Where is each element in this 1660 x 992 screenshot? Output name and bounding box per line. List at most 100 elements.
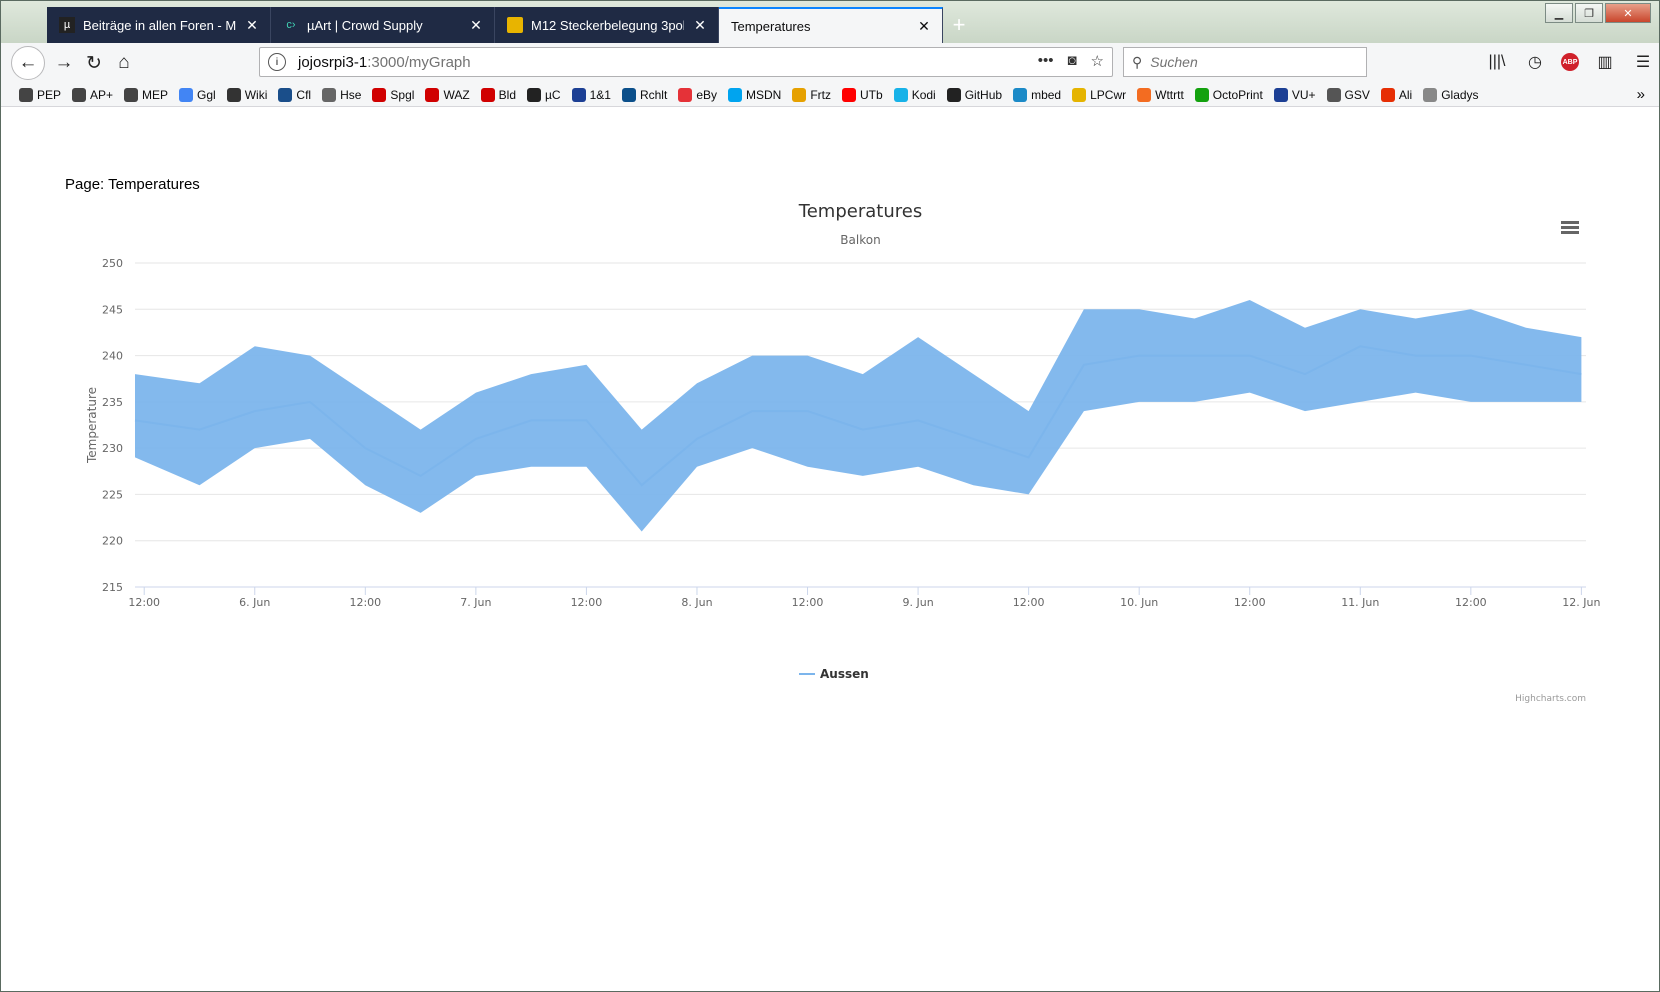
chevron-more-icon[interactable]: » [1637,86,1645,103]
tab-temperatures[interactable]: Temperatures ✕ [719,7,943,43]
bookmark-label: 1&1 [589,87,611,102]
bookmark-favicon-icon [1326,87,1341,102]
bookmark-label: Spgl [390,87,415,102]
close-tab-icon[interactable]: ✕ [692,17,708,34]
bookmark-item[interactable]: Ali [1380,87,1413,102]
tab-m12-steckerbelegung[interactable]: M12 Steckerbelegung 3pol, 4pol ✕ [495,7,719,43]
bookmark-item[interactable]: MSDN [728,87,782,102]
bookmark-item[interactable]: Spgl [372,87,415,102]
legend-item-aussen[interactable]: Aussen [799,667,869,681]
bookmark-item[interactable]: Hse [322,87,361,102]
tab-list: µ Beiträge in allen Foren - Mikroc ✕ c› … [47,7,975,43]
close-tab-icon[interactable]: ✕ [244,17,260,34]
bookmark-favicon-icon [678,87,693,102]
bookmark-item[interactable]: Kodi [893,87,936,102]
bookmark-favicon-icon [1013,87,1028,102]
window-close-icon[interactable]: ✕ [1605,3,1651,23]
tab-strip: µ Beiträge in allen Foren - Mikroc ✕ c› … [1,1,1659,43]
back-icon[interactable]: ← [11,46,45,80]
history-icon[interactable]: ◷ [1523,48,1547,76]
bookmark-label: WAZ [443,87,470,102]
library-icon[interactable]: |||\ [1485,48,1509,76]
bookmark-label: Ali [1398,87,1413,102]
bookmark-item[interactable]: LPCwr [1072,87,1126,102]
pocket-icon[interactable]: ◙ [1067,52,1076,70]
x-axis-tick-labels: 12:00 6. Jun 12:00 7. Jun 12:00 8. Jun 12:00 9.… [128,587,1601,609]
chart-subtitle: Balkon [840,233,880,247]
bookmark-item[interactable]: Cfl [278,87,311,102]
maximize-icon[interactable]: ❐ [1575,3,1603,23]
url-host: jojosrpi3-1 [298,53,368,71]
y-tick-label: 220 [102,535,123,548]
url-bar[interactable]: i jojosrpi3-1:3000/myGraph ••• ◙ ☆ [259,47,1113,77]
bookmark-label: PEP [37,87,62,102]
y-tick-label: 250 [102,257,123,270]
x-tick-label: 12:00 [1013,596,1045,609]
x-tick-label: 11. Jun [1341,596,1379,609]
bookmark-item[interactable]: WAZ [425,87,470,102]
bookmark-item[interactable]: GSV [1326,87,1370,102]
bookmark-favicon-icon [179,87,194,102]
bookmark-label: Ggl [197,87,216,102]
minimize-icon[interactable]: ▁ [1545,3,1573,23]
bookmark-label: GitHub [964,87,1003,102]
bookmark-label: MSDN [746,87,782,102]
new-tab-button[interactable]: + [943,7,975,43]
bookmark-item[interactable]: VU+ [1273,87,1316,102]
page-actions-icon[interactable]: ••• [1038,52,1054,70]
bookmark-item[interactable]: Ggl [179,87,216,102]
bookmark-item[interactable]: MEP [124,87,168,102]
bookmark-label: Frtz [810,87,832,102]
forward-icon[interactable]: → [49,48,79,78]
navigation-toolbar: ← → ↻ ⌂ i jojosrpi3-1:3000/myGraph ••• ◙… [1,43,1659,83]
tab-crowd-supply[interactable]: c› µArt | Crowd Supply ✕ [271,7,495,43]
highcharts-credits-link[interactable]: Highcharts.com [1515,694,1586,704]
search-placeholder: Suchen [1150,54,1198,70]
bookmark-favicon-icon [322,87,337,102]
reload-icon[interactable]: ↻ [79,48,109,78]
adblock-plus-icon[interactable]: ABP [1561,53,1579,71]
close-tab-icon[interactable]: ✕ [468,17,484,34]
bookmark-item[interactable]: UTb [842,87,883,102]
sidebar-icon[interactable]: ▥ [1593,48,1617,76]
close-tab-icon[interactable]: ✕ [916,18,932,35]
bookmark-favicon-icon [72,87,87,102]
bookmark-favicon-icon [278,87,293,102]
tab-mikrocontroller[interactable]: µ Beiträge in allen Foren - Mikroc ✕ [47,7,271,43]
y-tick-label: 235 [102,396,123,409]
home-icon[interactable]: ⌂ [109,48,139,78]
chart-context-menu-icon[interactable] [1561,221,1579,234]
bookmark-favicon-icon [571,87,586,102]
bookmark-favicon-icon [621,87,636,102]
search-input[interactable]: ⚲ Suchen [1123,47,1367,77]
bookmark-item[interactable]: AP+ [72,87,113,102]
y-axis-tick-labels: 215 220 225 230 235 240 245 250 [102,257,123,594]
bookmark-item[interactable]: 1&1 [571,87,611,102]
bookmark-item[interactable]: OctoPrint [1194,87,1263,102]
bookmark-item[interactable]: Bld [480,87,516,102]
bookmark-item[interactable]: Gladys [1423,87,1479,102]
bookmark-item[interactable]: Wiki [226,87,267,102]
bookmark-item[interactable]: Wttrtt [1137,87,1184,102]
bookmark-favicon-icon [372,87,387,102]
bookmark-star-icon[interactable]: ☆ [1091,52,1104,70]
bookmark-item[interactable]: Frtz [792,87,832,102]
temperature-chart: 215220225230235240245250 12:00 6. Jun 12:0… [85,201,1601,704]
url-actions: ••• ◙ ☆ [1038,52,1104,70]
tab-title: Beiträge in allen Foren - Mikroc [83,17,236,33]
bookmark-favicon-icon [728,87,742,102]
bookmark-item[interactable]: Rchlt [621,87,667,102]
bookmark-item[interactable]: PEP [19,87,62,102]
bookmark-favicon-icon [1423,87,1438,102]
menu-icon[interactable]: ☰ [1631,48,1655,76]
page-content: Page: Temperatures 215 220 225 230 235 240 245… [1,107,1659,991]
x-tick-label: 8. Jun [681,596,712,609]
bookmark-item[interactable]: mbed [1013,87,1061,102]
bookmark-item[interactable]: eBy [678,87,717,102]
x-tick-label: 12. Jun [1562,596,1600,609]
bookmark-favicon-icon [1380,87,1395,102]
mikrocontroller-favicon-icon: µ [59,17,75,33]
info-icon[interactable]: i [268,53,286,71]
bookmark-item[interactable]: µC [527,87,561,102]
bookmark-item[interactable]: GitHub [946,87,1003,102]
